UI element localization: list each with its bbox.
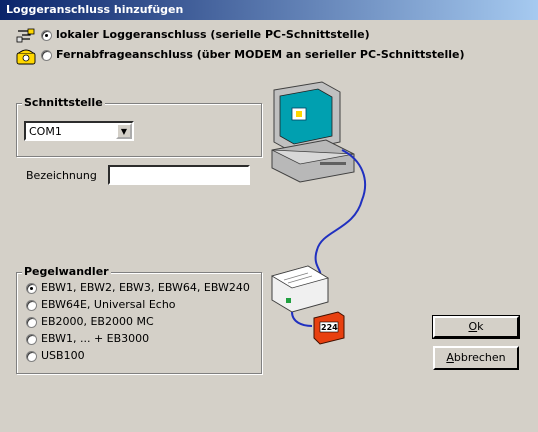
schnittstelle-title: Schnittstelle <box>22 96 105 109</box>
computer-icon <box>271 81 355 183</box>
pegelwandler-radio-4[interactable] <box>26 351 37 362</box>
window-title: Loggeranschluss hinzufügen <box>6 3 184 16</box>
connection-illustration <box>270 81 367 345</box>
bezeichnung-label: Bezeichnung <box>26 169 97 182</box>
remote-connection-radio[interactable] <box>41 50 52 61</box>
title-bar: Loggeranschluss hinzufügen <box>0 0 538 20</box>
cancel-button-label: bbrechen <box>453 351 506 364</box>
ok-button-label: k <box>477 320 484 333</box>
modem-phone-icon <box>16 47 36 65</box>
logger-display-text: 224 <box>321 323 338 332</box>
port-select[interactable]: COM1 ▼ <box>24 121 134 141</box>
pegelwandler-option-2[interactable]: EB2000, EB2000 MC <box>41 315 154 328</box>
remote-connection-label[interactable]: Fernabfrageanschluss (über MODEM an seri… <box>56 48 465 61</box>
pegelwandler-radio-2[interactable] <box>26 317 37 328</box>
cancel-button[interactable]: Abbrechen <box>433 346 519 370</box>
pegelwandler-radio-3[interactable] <box>26 334 37 345</box>
pegelwandler-radio-0[interactable] <box>26 283 37 294</box>
port-select-value: COM1 <box>29 125 62 138</box>
cancel-button-mnemonic: A <box>446 351 454 364</box>
pegelwandler-option-3[interactable]: EBW1, ... + EB3000 <box>41 332 149 345</box>
ok-button-mnemonic: O <box>468 320 478 333</box>
pegelwandler-option-4[interactable]: USB100 <box>41 349 85 362</box>
pegelwandler-option-1[interactable]: EBW64E, Universal Echo <box>41 298 176 311</box>
dialog-window: Loggeranschluss hinzufügen lokaler Logge… <box>0 0 538 432</box>
bezeichnung-input[interactable] <box>108 165 250 185</box>
pegelwandler-title: Pegelwandler <box>22 265 111 278</box>
local-connection-label[interactable]: lokaler Loggeranschluss (serielle PC-Sch… <box>56 28 370 41</box>
ok-button[interactable]: Ok <box>432 315 520 339</box>
pegelwandler-option-0[interactable]: EBW1, EBW2, EBW3, EBW64, EBW240 <box>41 281 250 294</box>
pegelwandler-radio-1[interactable] <box>26 300 37 311</box>
serial-cable-icon <box>16 27 36 45</box>
converter-box-icon <box>270 265 330 313</box>
chevron-down-icon[interactable]: ▼ <box>116 123 132 139</box>
local-connection-radio[interactable] <box>41 30 52 41</box>
